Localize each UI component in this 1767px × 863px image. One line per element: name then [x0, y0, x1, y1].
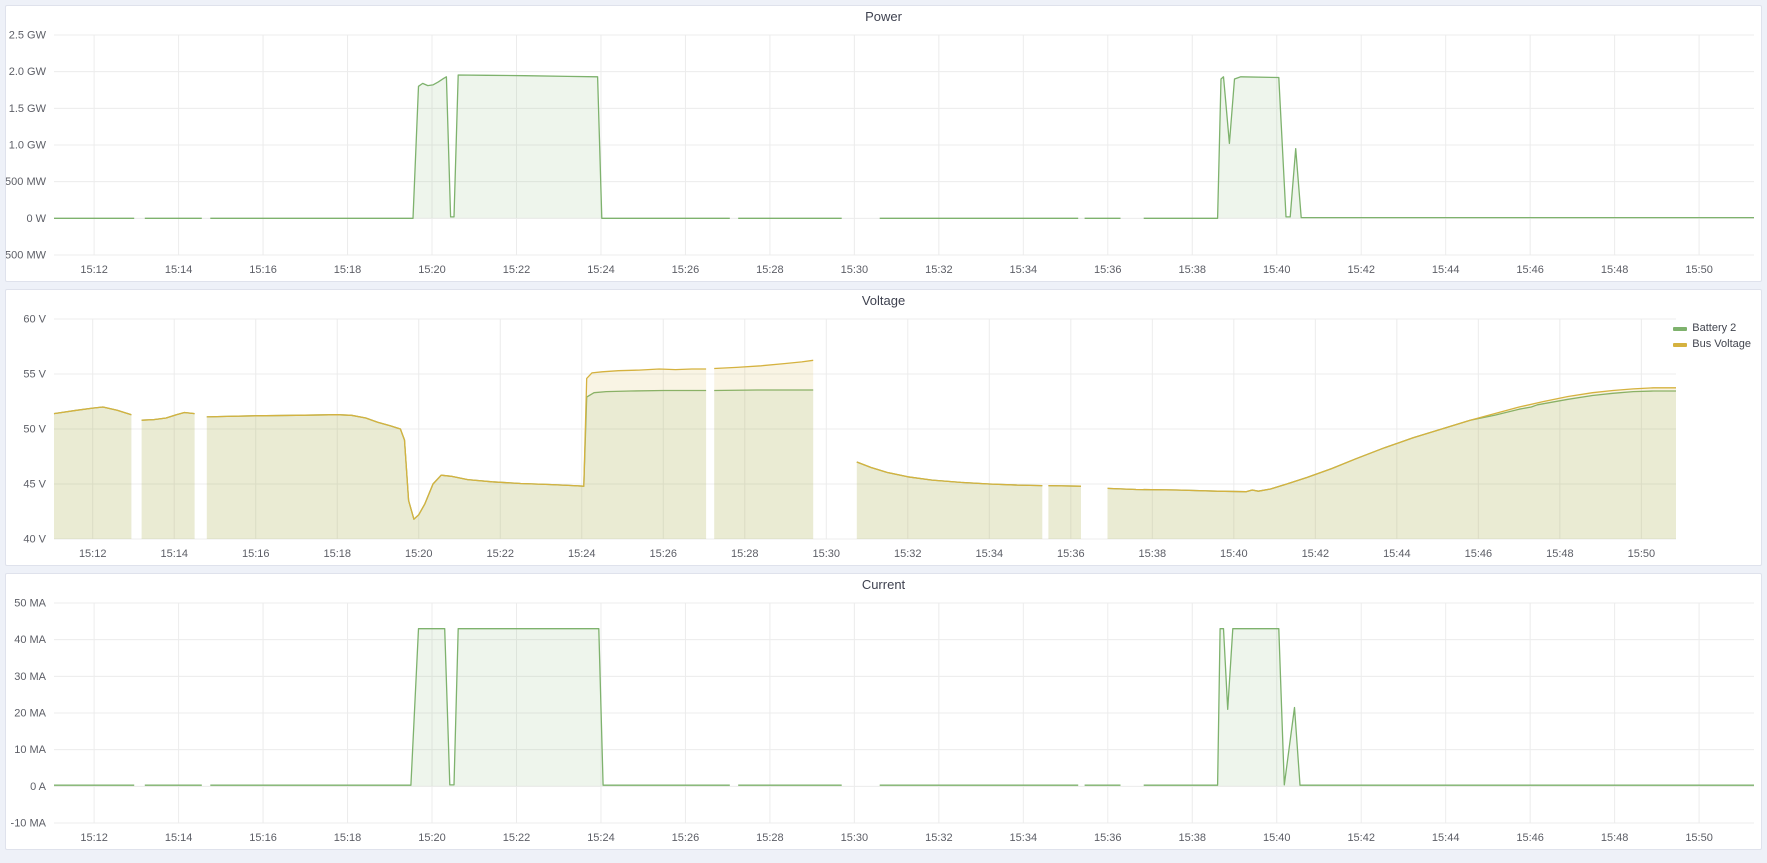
svg-text:15:20: 15:20 — [405, 548, 433, 560]
svg-text:15:42: 15:42 — [1347, 264, 1375, 276]
svg-text:15:42: 15:42 — [1347, 832, 1375, 844]
current-panel-header[interactable]: Current — [6, 574, 1761, 595]
svg-text:30 MA: 30 MA — [14, 671, 46, 683]
svg-text:15:28: 15:28 — [731, 548, 759, 560]
svg-text:15:14: 15:14 — [165, 832, 193, 844]
svg-text:15:50: 15:50 — [1685, 264, 1713, 276]
svg-text:15:48: 15:48 — [1601, 264, 1629, 276]
svg-text:15:20: 15:20 — [418, 264, 446, 276]
svg-text:15:30: 15:30 — [841, 264, 869, 276]
svg-text:15:44: 15:44 — [1383, 548, 1411, 560]
svg-text:50 V: 50 V — [23, 424, 46, 436]
svg-text:15:24: 15:24 — [587, 832, 615, 844]
power-panel: Power 15:12 15:14 15:16 15:18 15:20 15:22 15:2… — [5, 5, 1762, 282]
svg-text:15:12: 15:12 — [79, 548, 107, 560]
svg-text:2.5 GW: 2.5 GW — [9, 30, 47, 42]
svg-text:40 V: 40 V — [23, 534, 46, 546]
svg-text:15:18: 15:18 — [323, 548, 351, 560]
svg-text:0 W: 0 W — [26, 213, 46, 225]
svg-text:15:38: 15:38 — [1178, 832, 1206, 844]
svg-text:20 MA: 20 MA — [14, 708, 46, 720]
svg-text:15:32: 15:32 — [925, 832, 953, 844]
svg-text:15:16: 15:16 — [242, 548, 270, 560]
svg-text:15:36: 15:36 — [1057, 548, 1085, 560]
svg-text:15:34: 15:34 — [1010, 264, 1038, 276]
voltage-panel-title: Voltage — [862, 290, 905, 311]
svg-text:15:24: 15:24 — [568, 548, 596, 560]
svg-text:15:22: 15:22 — [503, 264, 531, 276]
svg-text:15:26: 15:26 — [672, 832, 700, 844]
svg-text:15:46: 15:46 — [1516, 264, 1544, 276]
svg-text:15:46: 15:46 — [1465, 548, 1493, 560]
svg-text:-500 MW: -500 MW — [6, 250, 47, 262]
svg-text:2.0 GW: 2.0 GW — [9, 66, 47, 78]
svg-text:15:50: 15:50 — [1685, 832, 1713, 844]
svg-text:15:32: 15:32 — [894, 548, 922, 560]
svg-text:0 A: 0 A — [30, 781, 47, 793]
svg-text:15:34: 15:34 — [1010, 832, 1038, 844]
svg-text:40 MA: 40 MA — [14, 634, 46, 646]
svg-text:1.5 GW: 1.5 GW — [9, 103, 47, 115]
svg-text:15:38: 15:38 — [1139, 548, 1167, 560]
svg-text:15:48: 15:48 — [1601, 832, 1629, 844]
svg-text:15:22: 15:22 — [503, 832, 531, 844]
voltage-panel: Voltage 15:1215:1415:1615:1815:2015:2215… — [5, 289, 1762, 566]
svg-text:15:26: 15:26 — [650, 548, 678, 560]
svg-text:-10 MA: -10 MA — [11, 818, 47, 830]
svg-text:15:30: 15:30 — [841, 832, 869, 844]
svg-text:15:16: 15:16 — [249, 832, 277, 844]
svg-text:15:42: 15:42 — [1302, 548, 1330, 560]
svg-text:15:28: 15:28 — [756, 264, 784, 276]
svg-text:15:32: 15:32 — [925, 264, 953, 276]
svg-text:50 MA: 50 MA — [14, 598, 46, 610]
svg-text:15:44: 15:44 — [1432, 832, 1460, 844]
legend-item-bus-voltage[interactable]: Bus Voltage — [1673, 338, 1751, 351]
bus-voltage-series-label: Bus Voltage — [1692, 338, 1751, 351]
legend-item-battery-2[interactable]: Battery 2 — [1673, 322, 1751, 335]
current-panel-title: Current — [862, 574, 905, 595]
current-chart[interactable]: 15:12 15:14 15:16 15:18 15:20 15:22 15:24 15:26… — [6, 595, 1761, 849]
svg-text:15:36: 15:36 — [1094, 832, 1122, 844]
svg-text:15:20: 15:20 — [418, 832, 446, 844]
svg-text:15:18: 15:18 — [334, 264, 362, 276]
svg-text:15:40: 15:40 — [1220, 548, 1248, 560]
svg-text:15:40: 15:40 — [1263, 264, 1291, 276]
svg-text:15:18: 15:18 — [334, 832, 362, 844]
power-panel-header[interactable]: Power — [6, 6, 1761, 27]
svg-text:60 V: 60 V — [23, 314, 46, 326]
power-chart[interactable]: 15:12 15:14 15:16 15:18 15:20 15:22 15:24 15:26… — [6, 27, 1761, 281]
svg-text:15:50: 15:50 — [1628, 548, 1656, 560]
svg-text:15:12: 15:12 — [80, 832, 108, 844]
voltage-panel-header[interactable]: Voltage — [6, 290, 1761, 311]
voltage-chart[interactable]: 15:12 15:14 15:16 15:18 15:20 15:22 15:24 15:26… — [6, 311, 1761, 565]
svg-text:15:16: 15:16 — [249, 264, 277, 276]
bus-voltage-series-swatch — [1673, 343, 1687, 347]
battery-2-series-swatch — [1673, 327, 1687, 331]
svg-text:15:36: 15:36 — [1094, 264, 1122, 276]
power-panel-title: Power — [865, 6, 902, 27]
svg-text:15:48: 15:48 — [1546, 548, 1574, 560]
svg-text:15:14: 15:14 — [160, 548, 188, 560]
current-panel: Current 15:1215:1415:1615:1815:2015:2215… — [5, 573, 1762, 850]
svg-text:15:30: 15:30 — [813, 548, 841, 560]
svg-text:15:28: 15:28 — [756, 832, 784, 844]
svg-text:15:26: 15:26 — [672, 264, 700, 276]
svg-text:15:46: 15:46 — [1516, 832, 1544, 844]
svg-text:500 MW: 500 MW — [6, 176, 47, 188]
svg-text:1.0 GW: 1.0 GW — [9, 140, 47, 152]
svg-text:15:34: 15:34 — [976, 548, 1004, 560]
svg-text:15:14: 15:14 — [165, 264, 193, 276]
svg-text:15:12: 15:12 — [80, 264, 108, 276]
battery-2-series-label: Battery 2 — [1692, 322, 1736, 335]
svg-text:15:22: 15:22 — [486, 548, 514, 560]
svg-text:45 V: 45 V — [23, 479, 46, 491]
svg-text:10 MA: 10 MA — [14, 744, 46, 756]
svg-text:15:44: 15:44 — [1432, 264, 1460, 276]
svg-text:55 V: 55 V — [23, 369, 46, 381]
svg-text:15:40: 15:40 — [1263, 832, 1291, 844]
svg-text:15:24: 15:24 — [587, 264, 615, 276]
svg-text:15:38: 15:38 — [1178, 264, 1206, 276]
voltage-legend: Battery 2 Bus Voltage — [1673, 322, 1751, 351]
